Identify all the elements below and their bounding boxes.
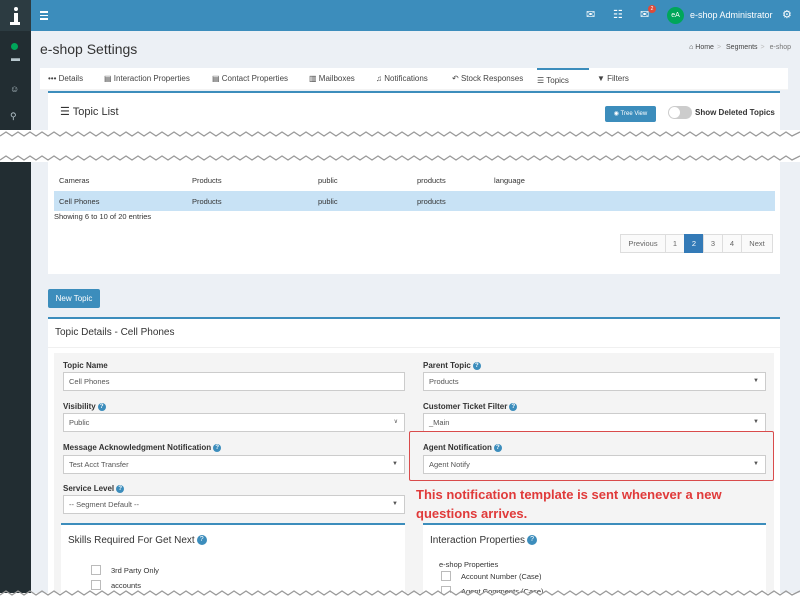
chevron-down-icon: ▼ — [753, 419, 759, 425]
pager-previous[interactable]: Previous — [620, 234, 666, 253]
users-icon[interactable]: ☺ — [10, 84, 19, 94]
menu-toggle-icon[interactable] — [40, 11, 48, 22]
service-level-label: Service Level? — [63, 484, 125, 493]
tab-interaction-properties[interactable]: ▤ Interaction Properties — [104, 74, 190, 83]
pager-page-4[interactable]: 4 — [722, 234, 742, 253]
agent-notification-highlight — [409, 431, 774, 481]
chat-icon[interactable]: ✉ — [586, 9, 595, 21]
cell-visibility: public — [318, 197, 338, 206]
cell-name: Cell Phones — [59, 197, 100, 206]
chevron-down-icon: ∨ — [393, 419, 398, 425]
mail-list-icon[interactable]: ☷ — [613, 9, 623, 21]
tab-mailboxes[interactable]: ▥ Mailboxes — [309, 74, 355, 83]
notification-badge: 2 — [648, 5, 656, 13]
details-title: Topic Details - Cell Phones — [55, 327, 175, 338]
sidebar: ▬ ☺ ⚲ — [0, 31, 31, 598]
topic-name-label: Topic Name — [63, 361, 108, 370]
search-icon[interactable]: ⚲ — [10, 111, 17, 122]
gears-icon[interactable]: ⚙ — [782, 9, 792, 21]
tab-topics[interactable]: ☰ Topics — [537, 68, 589, 90]
pagination: Previous 1 2 3 4 Next — [620, 234, 773, 253]
cell-filter: products — [417, 176, 446, 185]
chevron-down-icon: ▼ — [392, 501, 398, 507]
service-level-select[interactable]: -- Segment Default -- ▼ — [63, 495, 405, 514]
chevron-down-icon: ▼ — [392, 461, 398, 467]
customer-filter-select[interactable]: _Main ▼ — [423, 413, 766, 432]
user-name[interactable]: e-shop Administrator — [690, 10, 773, 20]
help-icon[interactable]: ? — [97, 402, 106, 411]
cell-filter: products — [417, 197, 446, 206]
tab-details[interactable]: ••• Details — [48, 74, 83, 83]
cell-visibility: public — [318, 176, 338, 185]
property-checkbox[interactable] — [441, 571, 451, 581]
list-icon: ☰ — [60, 106, 70, 118]
pager-page-3[interactable]: 3 — [703, 234, 723, 253]
chevron-down-icon: ▼ — [753, 378, 759, 384]
pager-page-1[interactable]: 1 — [665, 234, 685, 253]
pager-next[interactable]: Next — [741, 234, 773, 253]
cell-name: Cameras — [59, 176, 90, 185]
table-row-selected[interactable]: Cell Phones Products public products — [54, 191, 775, 211]
ack-notification-label: Message Acknowledgment Notification? — [63, 443, 222, 452]
breadcrumb-segments[interactable]: Segments — [726, 44, 758, 51]
page-title: e-shop Settings — [40, 41, 138, 57]
breadcrumb: ⌂ Home > Segments > e-shop — [689, 44, 791, 51]
cell-parent: Products — [192, 176, 222, 185]
cell-parent: Products — [192, 197, 222, 206]
ack-notification-select[interactable]: Test Acct Transfer ▼ — [63, 455, 405, 474]
skill-checkbox[interactable] — [91, 565, 101, 575]
cell-skills: language — [494, 176, 525, 185]
show-deleted-label: Show Deleted Topics — [695, 108, 775, 117]
help-icon[interactable]: ? — [472, 361, 481, 370]
parent-topic-select[interactable]: Products ▼ — [423, 372, 766, 391]
settings-tabs: ••• Details ▤ Interaction Properties ▤ C… — [40, 68, 788, 90]
table-row[interactable]: Cameras Products public products languag… — [54, 170, 775, 190]
avatar[interactable]: eA — [667, 7, 684, 24]
tab-notifications[interactable]: ♫ Notifications — [376, 74, 428, 83]
table-info: Showing 6 to 10 of 20 entries — [54, 212, 152, 221]
tree-view-button[interactable]: ◉ Tree View — [605, 106, 656, 122]
help-icon[interactable]: ? — [196, 535, 207, 546]
help-icon[interactable]: ? — [213, 443, 222, 452]
help-icon[interactable]: ? — [509, 402, 518, 411]
interaction-title: Interaction Properties? — [430, 535, 538, 546]
pager-page-2[interactable]: 2 — [684, 234, 704, 253]
parent-topic-label: Parent Topic? — [423, 361, 481, 370]
tab-filters[interactable]: ▼ Filters — [597, 74, 629, 83]
screenshot-cut-divider — [0, 130, 800, 162]
new-topic-button[interactable]: New Topic — [48, 289, 100, 308]
home-icon: ⌂ — [689, 44, 694, 51]
breadcrumb-current: e-shop — [769, 44, 791, 51]
annotation-callout: This notification template is sent whene… — [416, 487, 722, 521]
visibility-label: Visibility? — [63, 402, 106, 411]
top-navbar: ✉ ☷ ✉ 2 eA e-shop Administrator ⚙ — [0, 0, 800, 31]
help-icon[interactable]: ? — [116, 484, 125, 493]
tab-stock-responses[interactable]: ↶ Stock Responses — [452, 74, 523, 83]
bottom-cut-edge — [0, 590, 800, 598]
online-status-icon — [11, 43, 18, 50]
visibility-select[interactable]: Public ∨ — [63, 413, 405, 432]
app-logo[interactable] — [0, 0, 31, 31]
interaction-group-label: e-shop Properties — [439, 560, 499, 569]
customer-filter-label: Customer Ticket Filter? — [423, 402, 518, 411]
help-icon[interactable]: ? — [527, 535, 538, 546]
topic-list-title: ☰ Topic List — [60, 106, 119, 118]
skills-title: Skills Required For Get Next? — [68, 535, 207, 546]
breadcrumb-home[interactable]: Home — [695, 44, 714, 51]
topic-table-box: Cameras Products public products languag… — [48, 166, 780, 274]
property-label: Account Number (Case) — [461, 572, 542, 581]
skill-label: 3rd Party Only — [111, 566, 159, 575]
topic-name-input[interactable]: Cell Phones — [63, 372, 405, 391]
tab-contact-properties[interactable]: ▤ Contact Properties — [212, 74, 288, 83]
chat-bubble-icon[interactable]: ▬ — [11, 53, 20, 63]
show-deleted-toggle[interactable] — [668, 106, 692, 119]
